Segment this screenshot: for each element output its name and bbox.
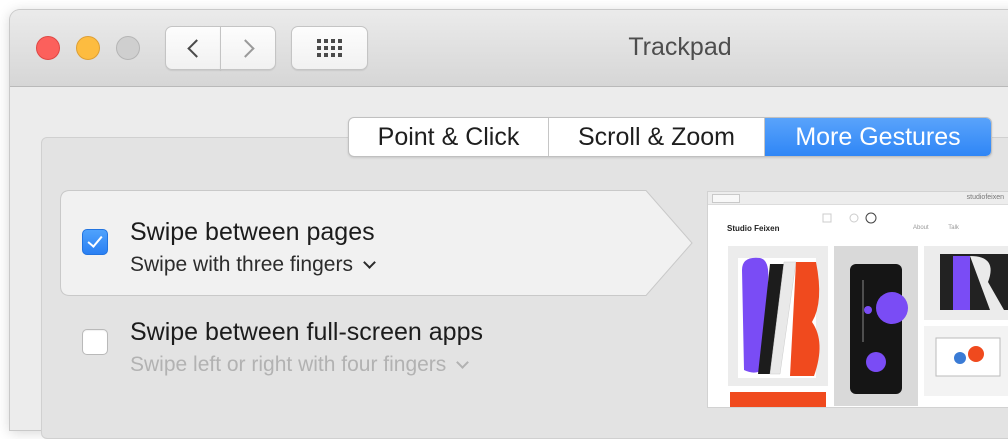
option-title: Swipe between pages <box>130 218 375 246</box>
tab-scroll-zoom[interactable]: Scroll & Zoom <box>549 118 765 156</box>
show-all-button[interactable] <box>291 26 368 70</box>
window-title: Trackpad <box>628 33 732 61</box>
zoom-button[interactable] <box>116 36 140 60</box>
tab-point-click[interactable]: Point & Click <box>349 118 549 156</box>
back-button[interactable] <box>165 26 221 70</box>
option-subtitle: Swipe with three fingers <box>130 253 353 276</box>
swipe-fullscreen-dropdown[interactable]: Swipe left or right with four fingers <box>130 353 470 377</box>
titlebar: Trackpad <box>10 10 1008 87</box>
chevron-down-icon <box>456 355 470 369</box>
close-button[interactable] <box>36 36 60 60</box>
swipe-pages-checkbox[interactable] <box>82 229 108 255</box>
tab-more-gestures[interactable]: More Gestures <box>765 118 991 156</box>
back-icon <box>186 38 206 58</box>
forward-button[interactable] <box>220 26 276 70</box>
option-subtitle: Swipe left or right with four fingers <box>130 353 447 376</box>
swipe-pages-dropdown[interactable]: Swipe with three fingers <box>130 253 376 277</box>
swipe-fullscreen-checkbox[interactable] <box>82 329 108 355</box>
tab-bar: Point & Click Scroll & Zoom More Gesture… <box>348 117 992 157</box>
chevron-down-icon <box>363 255 376 269</box>
minimize-button[interactable] <box>76 36 100 60</box>
forward-icon <box>235 38 255 58</box>
grid-icon <box>317 39 342 57</box>
gesture-preview: studiofeixen Studio Feixen About Talk <box>707 191 1008 408</box>
option-title: Swipe between full-screen apps <box>130 318 483 346</box>
preview-artwork <box>728 212 1008 407</box>
